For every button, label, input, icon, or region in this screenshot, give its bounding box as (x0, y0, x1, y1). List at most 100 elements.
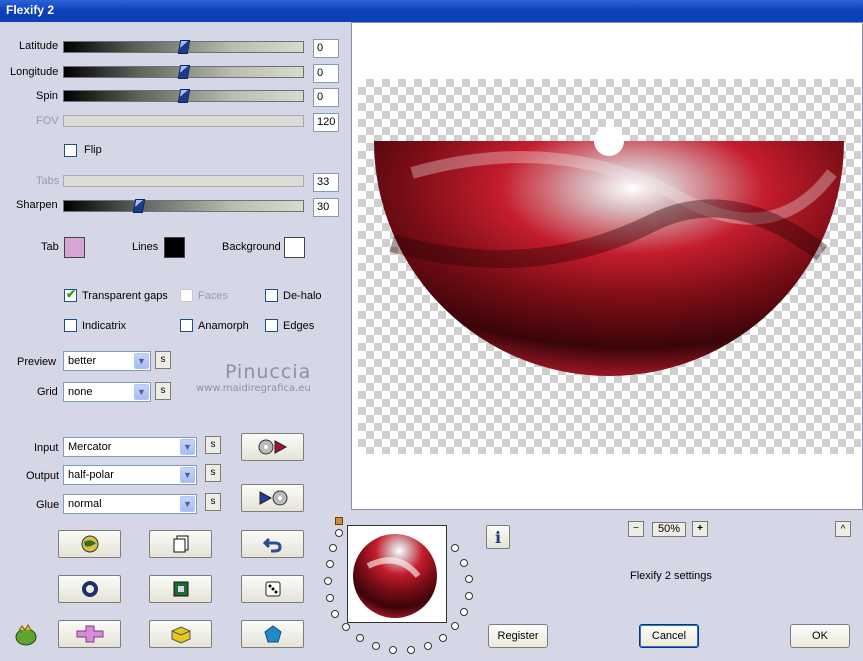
indicatrix-checkbox[interactable] (64, 319, 77, 332)
navigator-dot[interactable] (342, 623, 350, 631)
checkmark-icon: ✔ (66, 287, 77, 301)
flip-label: Flip (84, 144, 102, 156)
navigator-dot[interactable] (407, 646, 415, 654)
navigator-dot[interactable] (439, 634, 447, 642)
zoom-in-button[interactable]: + (692, 521, 708, 537)
sharpen-value-field[interactable]: 30 (313, 198, 339, 217)
chevron-down-icon[interactable]: ▼ (134, 353, 149, 369)
undo-icon (262, 537, 282, 553)
navigator-dot[interactable] (326, 594, 334, 602)
latitude-slider[interactable] (63, 40, 304, 54)
navigator-dot[interactable] (460, 559, 468, 567)
navigator-dot[interactable] (329, 544, 337, 552)
globe-tool-button[interactable] (58, 530, 121, 558)
navigator-dot[interactable] (424, 642, 432, 650)
tabs-slider[interactable] (63, 175, 304, 187)
navigator-dot[interactable] (460, 608, 468, 616)
glue-value: normal (68, 498, 102, 510)
cross-tool-button[interactable] (58, 620, 121, 648)
fov-label: FOV (36, 115, 59, 127)
cube-tool-button[interactable] (149, 620, 212, 648)
input-select[interactable]: Mercator ▼ (63, 437, 197, 457)
preview-image (374, 126, 844, 376)
frame-tool-button[interactable] (149, 575, 212, 603)
latitude-value-field[interactable]: 0 (313, 39, 339, 58)
faces-checkbox[interactable] (180, 289, 193, 302)
register-button[interactable]: Register (488, 624, 548, 648)
navigator-dot[interactable] (335, 529, 343, 537)
preview-quality-s-button[interactable]: s (155, 351, 171, 369)
anamorph-checkbox[interactable] (180, 319, 193, 332)
navigator-dot[interactable] (372, 642, 380, 650)
cancel-button[interactable]: Cancel (639, 624, 699, 648)
undo-button[interactable] (241, 530, 304, 558)
navigator-dot[interactable] (389, 646, 397, 654)
spin-slider[interactable] (63, 89, 304, 103)
sharpen-slider[interactable] (63, 199, 304, 213)
navigator-dot[interactable] (465, 592, 473, 600)
chevron-down-icon[interactable]: ▼ (180, 467, 195, 483)
navigator-dot[interactable] (465, 575, 473, 583)
spin-label: Spin (36, 90, 59, 102)
navigator-dot[interactable] (356, 634, 364, 642)
navigator-dot[interactable] (451, 544, 459, 552)
zoom-level: 50% (652, 522, 686, 537)
play-reverse-button[interactable] (241, 484, 304, 512)
navigator-dot[interactable] (451, 622, 459, 630)
dice-icon (265, 581, 280, 597)
chevron-down-icon[interactable]: ▼ (180, 439, 195, 455)
play-disc-icon (259, 490, 287, 506)
output-select[interactable]: half-polar ▼ (63, 465, 197, 485)
thumbnail-image (353, 534, 437, 618)
glue-s-button[interactable]: s (205, 493, 221, 511)
collapse-up-button[interactable]: ^ (835, 521, 851, 537)
fov-slider[interactable] (63, 115, 304, 127)
pentagon-tool-button[interactable] (241, 620, 304, 648)
chevron-down-icon[interactable]: ▼ (134, 384, 149, 400)
navigator-dot[interactable] (331, 610, 339, 618)
grid-s-button[interactable]: s (155, 382, 171, 400)
thumbnail-preview[interactable] (347, 525, 447, 623)
play-forward-button[interactable] (241, 433, 304, 461)
dehalo-checkbox[interactable] (265, 289, 278, 302)
random-button[interactable] (241, 575, 304, 603)
tabs-label: Tabs (36, 175, 60, 187)
copy-button[interactable] (149, 530, 212, 558)
preview-quality-select[interactable]: better ▼ (63, 351, 151, 371)
zoom-out-button[interactable]: − (628, 521, 644, 537)
navigator-handle-icon[interactable] (335, 517, 343, 525)
background-color-swatch[interactable] (284, 237, 305, 258)
settings-name: Flexify 2 settings (630, 570, 712, 582)
longitude-slider[interactable] (63, 65, 304, 79)
cube-icon (171, 626, 190, 644)
latitude-label: Latitude (19, 40, 59, 52)
lines-color-swatch[interactable] (164, 237, 185, 258)
navigator-dot[interactable] (326, 560, 334, 568)
spin-value-field[interactable]: 0 (313, 88, 339, 107)
ok-button[interactable]: OK (790, 624, 850, 648)
sharpen-slider-thumb[interactable] (132, 199, 146, 213)
grid-select[interactable]: none ▼ (63, 382, 151, 402)
info-button[interactable]: i (486, 525, 510, 549)
longitude-value-field[interactable]: 0 (313, 64, 339, 83)
dehalo-label: De-halo (283, 290, 322, 302)
longitude-slider-thumb[interactable] (177, 65, 191, 79)
preview-quality-value: better (68, 355, 97, 367)
navigator-dot[interactable] (324, 577, 332, 585)
tabs-value-field[interactable]: 33 (313, 173, 339, 192)
input-s-button[interactable]: s (205, 436, 221, 454)
output-s-button[interactable]: s (205, 464, 221, 482)
edges-checkbox[interactable] (265, 319, 278, 332)
preview-panel[interactable] (351, 22, 863, 510)
tab-color-swatch[interactable] (64, 237, 85, 258)
ring-tool-button[interactable] (58, 575, 121, 603)
app-logo-icon (13, 624, 41, 648)
spin-slider-thumb[interactable] (177, 89, 191, 103)
preview-quality-label: Preview (17, 356, 57, 368)
transparent-gaps-checkbox[interactable]: ✔ (64, 287, 77, 302)
chevron-down-icon[interactable]: ▼ (180, 496, 195, 512)
glue-select[interactable]: normal ▼ (63, 494, 197, 514)
flip-checkbox[interactable] (64, 144, 77, 157)
fov-value-field[interactable]: 120 (313, 113, 339, 132)
latitude-slider-thumb[interactable] (177, 40, 191, 54)
